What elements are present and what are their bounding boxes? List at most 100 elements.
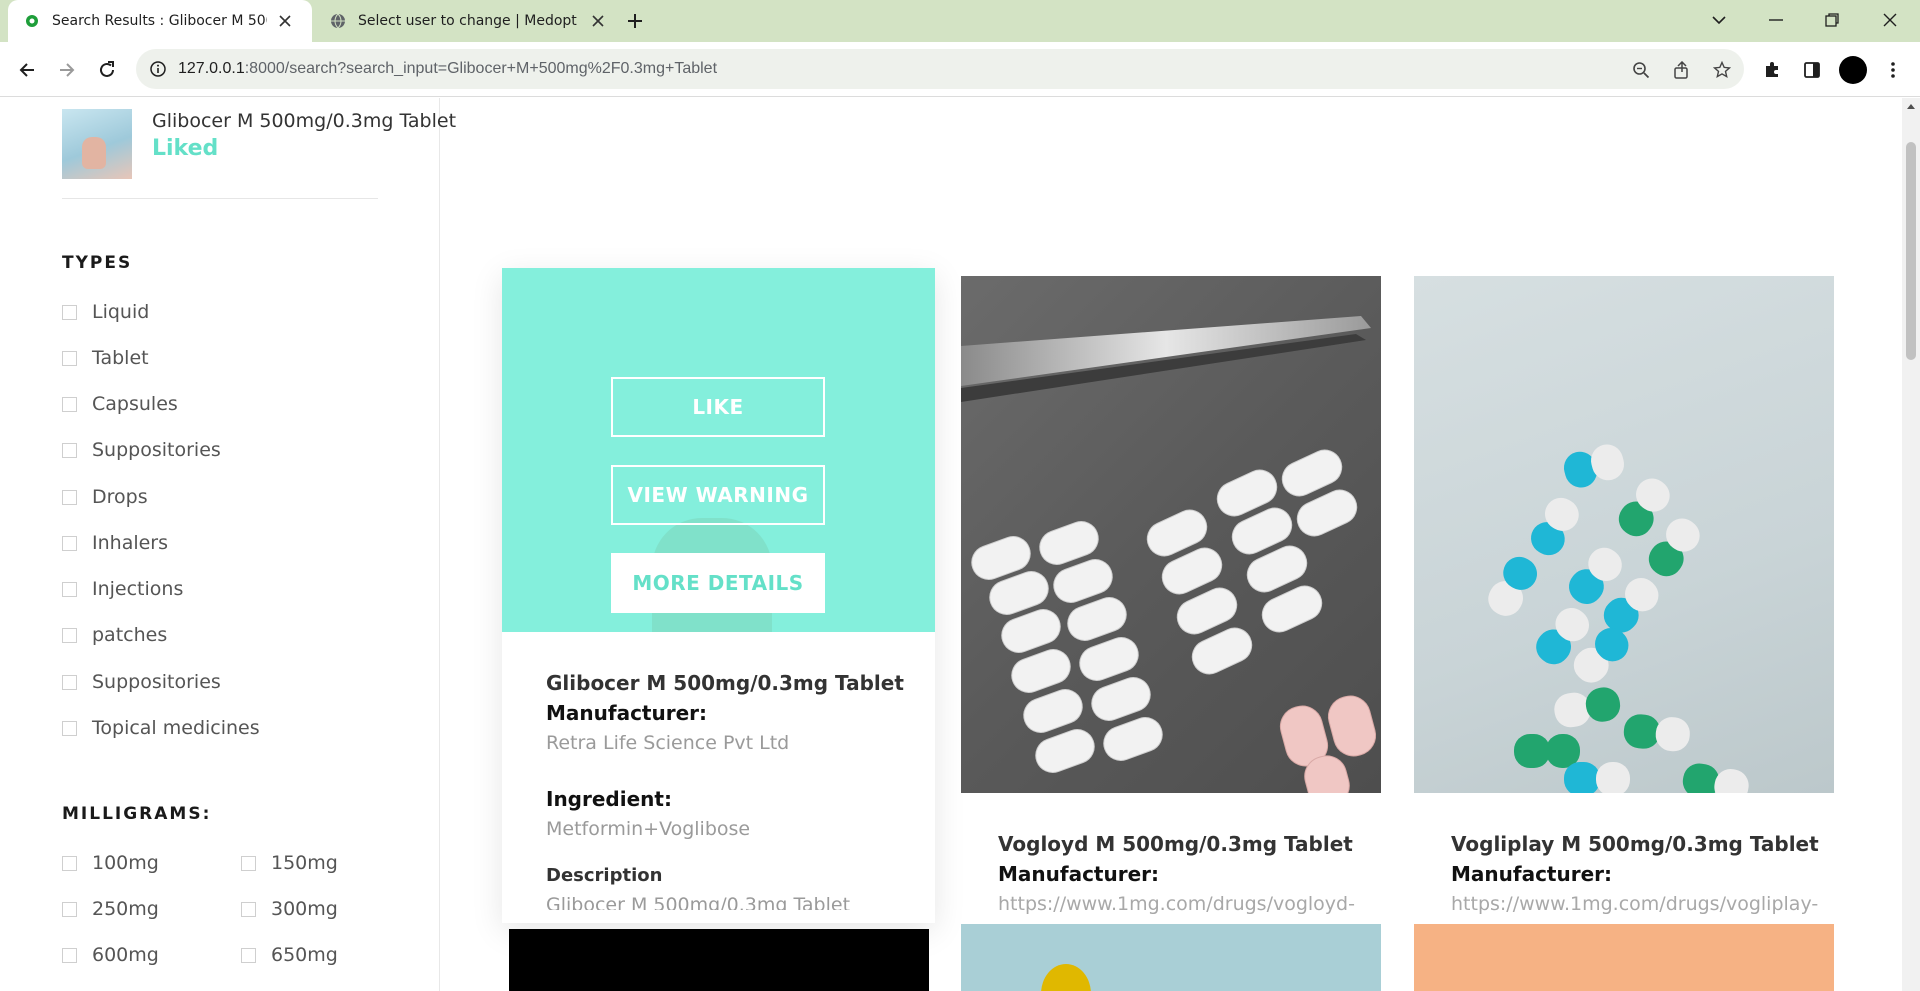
liked-product-thumbnail (62, 109, 132, 179)
mg-filter-150[interactable]: 150mg (241, 852, 338, 874)
checkbox[interactable] (62, 627, 77, 643)
type-filter-topical-medicines[interactable]: Topical medicines (62, 717, 260, 739)
mg-label: 600mg (92, 944, 159, 966)
type-filter-suppositories[interactable]: Suppositories (62, 439, 221, 461)
more-details-button[interactable]: MORE DETAILS (611, 553, 825, 613)
checkbox[interactable] (62, 350, 77, 366)
checkbox[interactable] (241, 947, 256, 963)
globe-icon (330, 13, 346, 29)
manufacturer-value: Retra Life Science Pvt Ltd (546, 732, 790, 754)
type-label: Topical medicines (92, 717, 260, 739)
checkbox[interactable] (62, 304, 77, 320)
checkbox[interactable] (62, 901, 77, 917)
product-info-vogloyd: Vogloyd M 500mg/0.3mg Tablet Manufacture… (998, 829, 1398, 919)
mg-filter-300[interactable]: 300mg (241, 898, 338, 920)
scroll-up-arrow-icon[interactable] (1907, 104, 1915, 109)
tab-search-dropdown-icon[interactable] (1691, 0, 1747, 40)
checkbox[interactable] (62, 442, 77, 458)
tab-admin[interactable]: Select user to change | Medopt Admin (314, 0, 614, 42)
filter-sidebar: Glibocer M 500mg/0.3mg Tablet Liked TYPE… (0, 98, 456, 991)
product-name[interactable]: Vogloyd M 500mg/0.3mg Tablet (998, 829, 1398, 859)
product-image-capsules[interactable] (1414, 276, 1834, 793)
browser-toolbar: 127.0.0.1:8000/search?search_input=Glibo… (0, 42, 1920, 97)
checkbox[interactable] (241, 855, 256, 871)
manufacturer-label: Manufacturer: (546, 701, 708, 725)
close-tab-icon[interactable] (588, 11, 608, 31)
type-label: Injections (92, 578, 184, 600)
type-label: Inhalers (92, 532, 169, 554)
description-label: Description (546, 865, 663, 886)
product-image-next-3[interactable] (1414, 924, 1834, 991)
mg-label: 150mg (271, 852, 338, 874)
mg-filter-650[interactable]: 650mg (241, 944, 338, 966)
type-filter-suppositories-2[interactable]: Suppositories (62, 671, 221, 693)
checkbox[interactable] (62, 720, 77, 736)
minimize-icon[interactable] (1748, 0, 1804, 40)
tab-search-results[interactable]: Search Results : Glibocer M 500mg/0.3mg … (8, 0, 312, 42)
checkbox[interactable] (62, 947, 77, 963)
type-filter-drops[interactable]: Drops (62, 486, 148, 508)
ingredient-value: Metformin+Voglibose (546, 818, 751, 840)
types-heading: TYPES (62, 253, 133, 273)
product-image-next-1[interactable] (509, 929, 929, 991)
checkbox[interactable] (62, 855, 77, 871)
mg-filter-600[interactable]: 600mg (62, 944, 159, 966)
type-label: Liquid (92, 301, 150, 323)
mg-label: 250mg (92, 898, 159, 920)
scrollbar-thumb[interactable] (1906, 142, 1916, 360)
url-host: 127.0.0.1 (178, 60, 245, 77)
side-panel-icon[interactable] (1799, 57, 1825, 83)
close-window-icon[interactable] (1862, 0, 1918, 40)
site-favicon-icon (24, 13, 40, 29)
extensions-puzzle-icon[interactable] (1759, 57, 1785, 83)
site-info-icon[interactable] (148, 59, 168, 79)
type-filter-injections[interactable]: Injections (62, 578, 183, 600)
product-name[interactable]: Glibocer M 500mg/0.3mg Tablet (546, 668, 906, 698)
type-label: Suppositories (92, 671, 221, 693)
product-image-pills[interactable] (961, 276, 1381, 793)
manufacturer-value: https://www.1mg.com/drugs/vogloyd- (998, 893, 1355, 915)
menu-kebab-icon[interactable] (1880, 57, 1906, 83)
type-filter-tablet[interactable]: Tablet (62, 347, 149, 369)
share-icon[interactable] (1671, 59, 1693, 81)
tab-title: Select user to change | Medopt Admin (358, 13, 580, 29)
type-filter-inhalers[interactable]: Inhalers (62, 532, 168, 554)
type-filter-patches[interactable]: patches (62, 624, 167, 646)
checkbox[interactable] (62, 674, 77, 690)
restore-icon[interactable] (1804, 0, 1860, 40)
type-label: Capsules (92, 393, 178, 415)
close-tab-icon[interactable] (275, 11, 295, 31)
type-label: Suppositories (92, 439, 221, 461)
product-image-next-2[interactable] (961, 924, 1381, 991)
sidebar-divider (62, 198, 378, 199)
type-filter-liquid[interactable]: Liquid (62, 301, 149, 323)
checkbox[interactable] (62, 489, 77, 505)
bookmark-star-icon[interactable] (1711, 59, 1733, 81)
new-tab-button[interactable] (622, 10, 648, 32)
type-label: patches (92, 624, 168, 646)
type-filter-capsules[interactable]: Capsules (62, 393, 178, 415)
mg-filter-250[interactable]: 250mg (62, 898, 159, 920)
type-label: Drops (92, 486, 148, 508)
product-card-featured[interactable]: LIKE VIEW WARNING MORE DETAILS Glibocer … (502, 268, 935, 923)
url-path: :8000/search?search_input=Glibocer+M+500… (244, 60, 718, 77)
tab-title: Search Results : Glibocer M 500mg/0.3mg … (52, 13, 267, 29)
back-icon[interactable] (13, 56, 41, 84)
view-warning-button[interactable]: VIEW WARNING (611, 465, 825, 525)
address-bar[interactable]: 127.0.0.1:8000/search?search_input=Glibo… (136, 49, 1744, 89)
profile-avatar[interactable] (1839, 56, 1867, 84)
checkbox[interactable] (62, 535, 77, 551)
mg-filter-100[interactable]: 100mg (62, 852, 159, 874)
manufacturer-value: https://www.1mg.com/drugs/vogliplay- (1451, 893, 1819, 915)
like-button[interactable]: LIKE (611, 377, 825, 437)
checkbox[interactable] (62, 581, 77, 597)
liked-product-item[interactable]: Glibocer M 500mg/0.3mg Tablet Liked (62, 109, 456, 179)
mg-label: 100mg (92, 852, 159, 874)
checkbox[interactable] (62, 396, 77, 412)
page-scrollbar[interactable] (1902, 98, 1920, 991)
forward-icon[interactable] (53, 56, 81, 84)
reload-icon[interactable] (93, 56, 121, 84)
product-name[interactable]: Vogliplay M 500mg/0.3mg Tablet (1451, 829, 1851, 859)
checkbox[interactable] (241, 901, 256, 917)
zoom-icon[interactable] (1630, 59, 1652, 81)
